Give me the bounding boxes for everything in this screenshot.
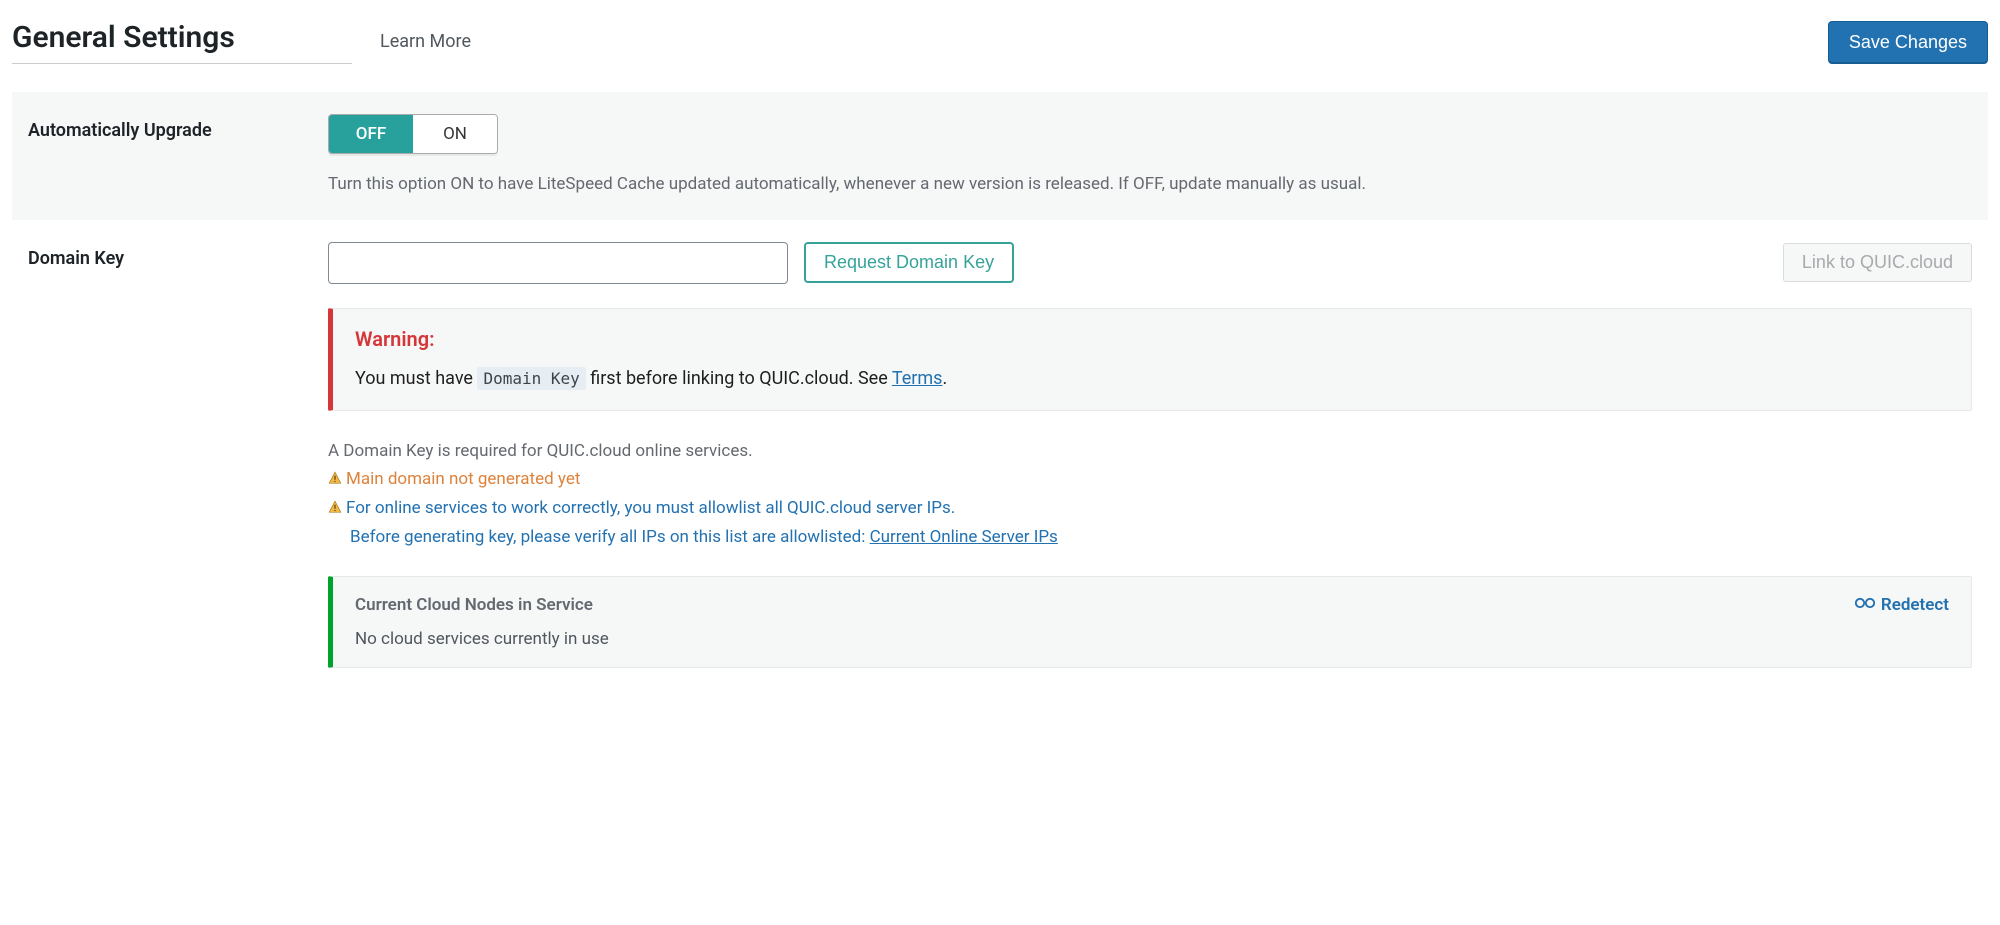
warning-icon [328, 494, 342, 523]
header-left: General Settings Learn More [12, 20, 471, 64]
auto-upgrade-section: Automatically Upgrade OFF ON Turn this o… [12, 92, 1988, 220]
warning-text-after: first before linking to QUIC.cloud. See [586, 368, 892, 389]
info-line-2-text: Main domain not generated yet [346, 469, 580, 489]
auto-upgrade-description: Turn this option ON to have LiteSpeed Ca… [328, 172, 1972, 198]
link-quic-cloud-button[interactable]: Link to QUIC.cloud [1783, 243, 1972, 282]
domain-key-label: Domain Key [28, 242, 328, 269]
info-line-3-text: For online services to work correctly, y… [346, 498, 955, 518]
auto-upgrade-content: OFF ON Turn this option ON to have LiteS… [328, 114, 1972, 198]
auto-upgrade-toggle[interactable]: OFF ON [328, 114, 498, 154]
warning-notice: Warning: You must have Domain Key first … [328, 308, 1972, 411]
save-changes-button[interactable]: Save Changes [1828, 21, 1988, 64]
warning-text: You must have Domain Key first before li… [355, 365, 1949, 392]
info-line-3: For online services to work correctly, y… [328, 494, 1972, 523]
redetect-label: Redetect [1881, 595, 1949, 615]
domain-key-section: Domain Key Request Domain Key Link to QU… [12, 220, 1988, 691]
request-domain-key-button[interactable]: Request Domain Key [804, 242, 1014, 283]
info-line-1: A Domain Key is required for QUIC.cloud … [328, 437, 1972, 466]
page-title: General Settings [12, 20, 352, 64]
learn-more-link[interactable]: Learn More [380, 31, 471, 60]
auto-upgrade-label: Automatically Upgrade [28, 114, 328, 141]
domain-key-input-group: Request Domain Key [328, 242, 1014, 284]
info-line-2: Main domain not generated yet [328, 465, 1972, 494]
terms-link[interactable]: Terms [892, 368, 943, 389]
warning-title: Warning: [355, 327, 1949, 351]
warning-code: Domain Key [477, 367, 585, 390]
cloud-nodes-body: No cloud services currently in use [355, 629, 1949, 649]
domain-key-row: Request Domain Key Link to QUIC.cloud [328, 242, 1972, 284]
link-icon [1855, 595, 1875, 615]
domain-key-input[interactable] [328, 242, 788, 284]
domain-key-content: Request Domain Key Link to QUIC.cloud Wa… [328, 242, 1972, 669]
info-line-4-prefix: Before generating key, please verify all… [350, 527, 870, 547]
cloud-nodes-notice: Current Cloud Nodes in Service Redetect … [328, 576, 1972, 668]
cloud-nodes-title: Current Cloud Nodes in Service [355, 595, 593, 615]
warning-text-before: You must have [355, 368, 477, 389]
warning-icon [328, 465, 342, 494]
server-ips-link[interactable]: Current Online Server IPs [870, 527, 1058, 547]
toggle-off[interactable]: OFF [329, 115, 413, 153]
redetect-link[interactable]: Redetect [1855, 595, 1949, 615]
warning-period: . [942, 368, 947, 389]
cloud-nodes-header: Current Cloud Nodes in Service Redetect [355, 595, 1949, 615]
info-line-4: Before generating key, please verify all… [328, 523, 1972, 552]
domain-key-info: A Domain Key is required for QUIC.cloud … [328, 437, 1972, 553]
page-header: General Settings Learn More Save Changes [12, 20, 1988, 64]
toggle-on[interactable]: ON [413, 115, 497, 153]
